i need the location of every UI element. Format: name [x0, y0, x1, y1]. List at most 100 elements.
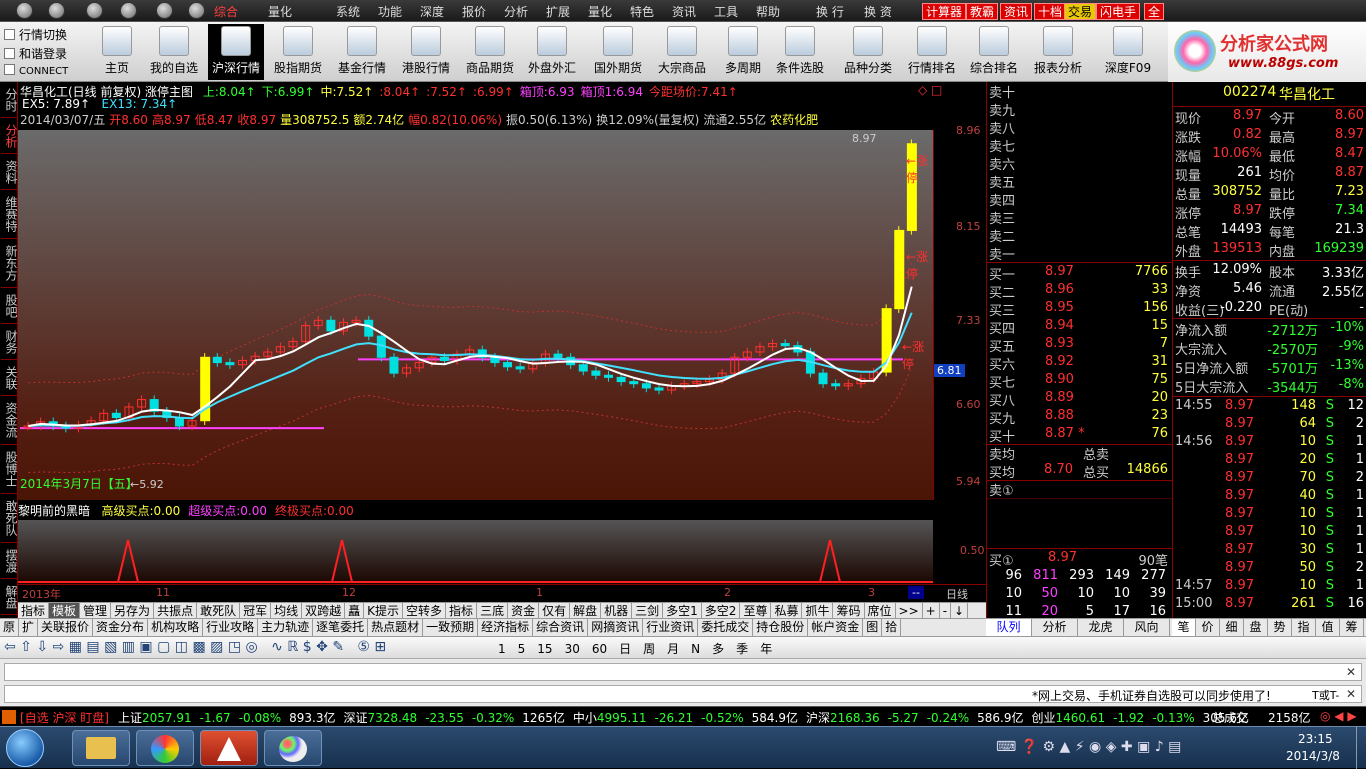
info-tab[interactable]: 原	[0, 619, 20, 636]
left-tab[interactable]: 分析	[1, 118, 18, 154]
toolbar-button[interactable]: 商品期货	[462, 24, 518, 80]
info-tab[interactable]: 逐笔委托	[313, 619, 369, 636]
period-button[interactable]: 季	[736, 640, 748, 657]
forward-button[interactable]	[120, 2, 137, 19]
period-button[interactable]: 多	[712, 640, 724, 657]
left-tab[interactable]: 财务	[1, 324, 18, 360]
taskbar-media-icon[interactable]	[136, 730, 194, 766]
left-tab[interactable]: 维赛特	[1, 190, 18, 239]
command-input[interactable]	[4, 663, 1362, 681]
toolbar-button[interactable]: 沪深行情	[208, 24, 264, 80]
date-scroll-button[interactable]: --	[908, 586, 924, 599]
toolbar-button[interactable]: 综合排名	[966, 24, 1022, 80]
index-quote[interactable]: 中小4995.11 -26.21 -0.52% 584.9亿	[573, 711, 798, 725]
info-tab[interactable]: 机构攻略	[148, 619, 204, 636]
left-tab[interactable]: 敢死队	[1, 494, 18, 543]
toolbar-button[interactable]: 报表分析	[1030, 24, 1086, 80]
toolbar-button[interactable]: 行情排名	[904, 24, 960, 80]
menu-item[interactable]: 换 行	[816, 3, 844, 20]
chart-corner-icons[interactable]: ◇ □	[918, 83, 942, 97]
taskbar-paint-icon[interactable]	[264, 730, 322, 766]
menu-item[interactable]: 换 资	[864, 3, 892, 20]
info-tab[interactable]: 拾	[882, 619, 902, 636]
orderbook-tab[interactable]: 风向	[1124, 619, 1170, 636]
window-minimize-button[interactable]	[48, 2, 65, 19]
left-tab[interactable]: 新东方	[1, 239, 18, 288]
info-tab[interactable]: 帐户资金	[808, 619, 864, 636]
info-tab[interactable]: 热点题材	[368, 619, 424, 636]
period-button[interactable]: 日	[619, 640, 631, 657]
menu-item[interactable]: 系统	[336, 3, 360, 20]
index-quote[interactable]: 上证2057.91 -1.67 -0.08% 893.3亿	[118, 711, 336, 725]
chart-tool-icons[interactable]: ⇦ ⇧ ⇩ ⇨ ▦ ▤ ▧ ▥ ▣ ▢ ◫ ▩ ▨ ◳ ◎ ∿ ℝ $ ✥ ✎ …	[4, 639, 386, 655]
system-tray-icons[interactable]: ⌨ ❓ ⚙ ▲ ⚡ ◉ ◈ ✚ ▣ ♪ ▤	[996, 739, 1181, 755]
ticker-control-icons[interactable]: ◎ ◀ ▶	[1320, 709, 1357, 723]
taskbar-stock-app-icon[interactable]	[200, 730, 258, 766]
refresh-button[interactable]	[156, 2, 173, 19]
show-desktop-button[interactable]	[1356, 727, 1366, 769]
left-tab[interactable]: 股吧	[1, 288, 18, 324]
period-button[interactable]: 30	[565, 642, 580, 656]
main-candlestick-chart[interactable]: 8.97 2014年3月7日【五】 ←5.92 ←涨停 ←涨停 ←涨停	[18, 130, 933, 500]
period-button[interactable]: 5	[518, 642, 526, 656]
checkbox-harmony-login[interactable]: 和谐登录	[4, 45, 67, 62]
period-button[interactable]: 15	[537, 642, 552, 656]
checkbox-quote-switch[interactable]: 行情切换	[4, 26, 67, 43]
menu-right-button[interactable]: 计算器	[922, 3, 967, 20]
period-button[interactable]: 60	[592, 642, 607, 656]
menu-item[interactable]: 量化	[588, 3, 612, 20]
detail-tab[interactable]: 细	[1220, 619, 1244, 636]
menu-right-button[interactable]: 交易	[1064, 3, 1097, 20]
toolbar-button[interactable]: 股指期货	[270, 24, 326, 80]
window-close-button[interactable]	[16, 2, 33, 19]
close-icon[interactable]: ✕	[1346, 687, 1356, 701]
info-tab[interactable]: 资金分布	[93, 619, 149, 636]
home-button[interactable]	[188, 2, 205, 19]
left-tab[interactable]: 关联	[1, 360, 18, 396]
menu-item[interactable]: 资讯	[672, 3, 696, 20]
period-button[interactable]: 1	[498, 642, 506, 656]
menu-item[interactable]: 帮助	[756, 3, 780, 20]
menu-item[interactable]: 扩展	[546, 3, 570, 20]
menu-item[interactable]: 分析	[504, 3, 528, 20]
back-button[interactable]	[86, 2, 103, 19]
info-tab[interactable]: 主力轨迹	[258, 619, 314, 636]
menu-right-button[interactable]: 闪电手	[1096, 3, 1141, 20]
info-tab[interactable]: 委托成交	[698, 619, 754, 636]
detail-tab[interactable]: 势	[1268, 619, 1292, 636]
left-tab[interactable]: 摆渡	[1, 543, 18, 579]
period-button[interactable]: 年	[760, 640, 772, 657]
left-tab[interactable]: 解盘	[1, 579, 18, 615]
toolbar-button[interactable]: 深度F09	[1104, 24, 1152, 80]
toolbar-button[interactable]: 多周期	[718, 24, 768, 80]
orderbook-tab[interactable]: 分析	[1032, 619, 1078, 636]
toolbar-button[interactable]: 国外期货	[590, 24, 646, 80]
menu-item[interactable]: 综合	[214, 3, 238, 20]
orderbook-tab[interactable]: 队列	[986, 619, 1032, 636]
info-tab[interactable]: 持仓股份	[753, 619, 809, 636]
toolbar-button[interactable]: 基金行情	[334, 24, 390, 80]
info-tab[interactable]: 综合资讯	[533, 619, 589, 636]
menu-right-button[interactable]: 教霸	[966, 3, 999, 20]
menu-item[interactable]: 特色	[630, 3, 654, 20]
detail-tab[interactable]: 价	[1196, 619, 1220, 636]
left-tab[interactable]: 股博士	[1, 445, 18, 494]
close-icon[interactable]: ✕	[1346, 665, 1356, 679]
left-tab[interactable]: 资料	[1, 154, 18, 190]
menu-item[interactable]: 报价	[462, 3, 486, 20]
detail-tab[interactable]: 盘	[1244, 619, 1268, 636]
checkbox-connect[interactable]: CONNECT	[4, 64, 68, 77]
orderbook-tab[interactable]: 龙虎	[1078, 619, 1124, 636]
detail-tab[interactable]: 指	[1292, 619, 1316, 636]
toolbar-button[interactable]: 大宗商品	[654, 24, 710, 80]
sub-indicator-chart[interactable]	[18, 520, 933, 584]
period-button[interactable]: 周	[643, 640, 655, 657]
detail-tab[interactable]: 筹	[1340, 619, 1364, 636]
toolbar-button[interactable]: 品种分类	[840, 24, 896, 80]
period-button[interactable]: N	[691, 642, 700, 656]
menu-item[interactable]: 深度	[420, 3, 444, 20]
index-quote[interactable]: 沪深2168.36 -5.27 -0.24% 586.9亿	[806, 711, 1024, 725]
left-tab[interactable]: 分时	[1, 82, 18, 118]
toolbar-button[interactable]: 外盘外汇	[524, 24, 580, 80]
detail-tab[interactable]: 笔	[1172, 619, 1196, 636]
